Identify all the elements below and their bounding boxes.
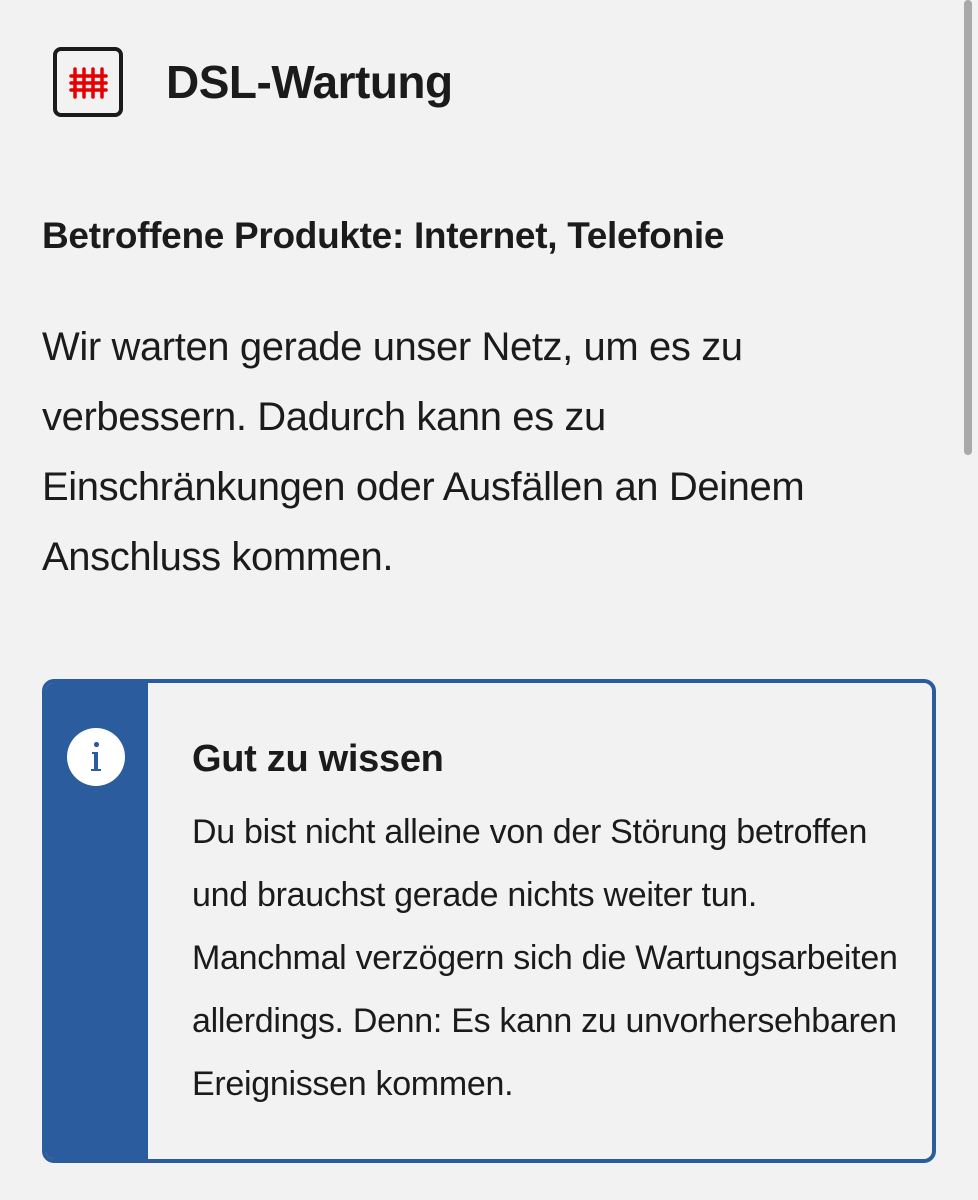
page-header: DSL-Wartung xyxy=(52,46,453,118)
info-box-content: Gut zu wissen Du bist nicht alleine von … xyxy=(192,729,912,1116)
info-box: Gut zu wissen Du bist nicht alleine von … xyxy=(42,679,936,1163)
scrollbar[interactable] xyxy=(964,0,972,455)
info-icon xyxy=(67,728,125,786)
page-title: DSL-Wartung xyxy=(166,56,453,108)
info-box-title: Gut zu wissen xyxy=(192,738,444,780)
maintenance-description: Wir warten gerade unser Netz, um es zu v… xyxy=(42,325,805,579)
dsl-maintenance-icon xyxy=(53,47,123,117)
affected-products: Betroffene Produkte: Internet, Telefonie xyxy=(42,215,725,256)
info-box-text: Du bist nicht alleine von der Störung be… xyxy=(192,813,898,1103)
